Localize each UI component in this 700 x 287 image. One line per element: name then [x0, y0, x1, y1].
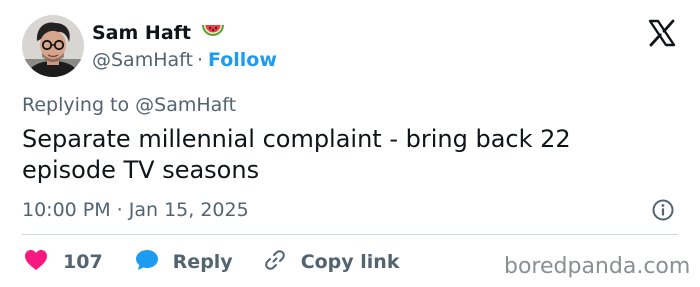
avatar-image — [22, 15, 84, 77]
watermark: boredpanda.com — [504, 254, 691, 279]
copy-link-button[interactable]: Copy link — [263, 248, 400, 276]
follow-button[interactable]: Follow — [208, 48, 277, 72]
author-display-name[interactable]: Sam Haft — [92, 21, 191, 45]
like-count: 107 — [63, 251, 103, 273]
tweet-card: Sam Haft @SamHaft · Follow Replying to @… — [0, 0, 700, 287]
replying-to: Replying to @SamHaft — [22, 94, 237, 116]
divider — [22, 234, 678, 235]
reply-button[interactable]: Reply — [135, 249, 233, 275]
author-handle-row: @SamHaft · Follow — [92, 48, 277, 72]
tweet-text: Separate millennial complaint - bring ba… — [22, 125, 571, 184]
x-logo-icon[interactable] — [647, 18, 677, 48]
heart-icon — [24, 249, 48, 275]
tweet-timestamp[interactable]: 10:00 PM · Jan 15, 2025 — [22, 198, 249, 222]
speech-bubble-icon — [135, 249, 159, 275]
info-icon[interactable] — [651, 198, 675, 222]
author-handle[interactable]: @SamHaft — [92, 48, 193, 72]
watermelon-icon — [201, 21, 225, 45]
action-bar: 107 Reply Copy link — [24, 248, 399, 276]
avatar[interactable] — [22, 15, 84, 77]
author-name-row: Sam Haft — [92, 21, 225, 45]
like-button[interactable]: 107 — [24, 249, 103, 275]
handle-separator: · — [196, 49, 203, 71]
copy-link-label: Copy link — [300, 251, 400, 273]
reply-label: Reply — [172, 251, 233, 273]
link-icon — [263, 248, 287, 276]
